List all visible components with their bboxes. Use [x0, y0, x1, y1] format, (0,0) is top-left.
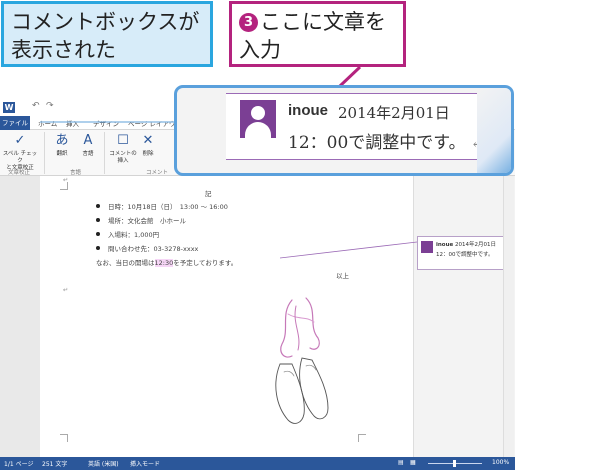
new-comment-icon: ☐ — [117, 133, 129, 148]
zoomed-comment-date: 2014年2月01日 — [338, 104, 450, 122]
new-comment-button[interactable]: ☐ コメントの 挿入 — [108, 133, 138, 165]
callout-enter-text: 3 ここに文章を 入力 — [229, 1, 406, 67]
comment-author: inoue — [436, 242, 454, 248]
delete-comment-icon: ✕ — [142, 133, 154, 148]
zoomed-comment-body[interactable]: 12：00で調整中です。 ↵ — [288, 128, 483, 153]
comment-connector-line — [279, 241, 418, 259]
avatar — [421, 241, 433, 253]
callout-comment-box-shown: コメントボックスが 表示された — [1, 1, 213, 67]
step-number-badge: 3 — [239, 13, 258, 32]
callout-blue-text: コメントボックスが 表示された — [11, 8, 199, 64]
language-icon: A — [83, 133, 93, 148]
group-divider — [104, 132, 105, 174]
callout-pink-line1: ここに文章を — [260, 10, 386, 34]
avatar — [240, 100, 276, 138]
callout-pink-line2: 入力 — [239, 38, 281, 62]
comment-balloon[interactable]: inoue 2014年2月01日 12：00で調整中です。 — [417, 236, 513, 270]
zoom-level[interactable]: 100% — [492, 459, 509, 466]
print-layout-icon[interactable]: ▦ — [410, 459, 416, 466]
zoomed-comment-callout: inoue 2014年2月01日 12：00で調整中です。 ↵ — [174, 85, 514, 176]
tab-file[interactable]: ファイル — [0, 116, 30, 130]
comment-date: 2014年2月01日 — [454, 242, 496, 248]
callout-blue-line1: コメントボックスが — [11, 10, 200, 34]
zoom-slider-knob[interactable] — [453, 460, 456, 467]
language-status[interactable]: 英語 (米国) — [88, 459, 119, 468]
group-language-label: 言語 — [70, 170, 82, 176]
translate-button[interactable]: あ 翻訳 — [50, 133, 74, 158]
new-comment-label-1: コメントの — [109, 151, 137, 157]
undo-icon[interactable]: ↶ — [32, 101, 40, 111]
tab-home[interactable]: ホーム — [38, 118, 57, 128]
spell-check-button[interactable]: ✓ スペル チェック と文章校正 — [2, 133, 38, 172]
input-mode-status[interactable]: 挿入モード — [130, 459, 160, 468]
translate-icon: あ — [55, 133, 69, 148]
zoomed-comment-text: 12：00で調整中です。 — [288, 133, 466, 153]
translate-label: 翻訳 — [56, 151, 68, 157]
page-count[interactable]: 1/1 ページ — [4, 459, 33, 468]
comment-meta: inoue 2014年2月01日 — [436, 240, 496, 248]
comment-text[interactable]: 12：00で調整中です。 — [436, 250, 493, 258]
new-comment-label-2: 挿入 — [117, 158, 129, 164]
tab-insert[interactable]: 挿入 — [66, 118, 79, 128]
word-count[interactable]: 251 文字 — [42, 459, 67, 468]
language-button[interactable]: A 言語 — [76, 133, 100, 158]
avatar-body — [245, 122, 271, 138]
group-comments-label: コメント — [146, 170, 169, 176]
document-area: ↵ 記 日時：10月18日（日） 13:00 〜 16:00 場所：文化会館 小… — [0, 176, 515, 457]
callout-pink-text: 3 ここに文章を 入力 — [239, 8, 386, 64]
avatar-head — [251, 106, 265, 120]
tab-design[interactable]: デザイン — [93, 118, 119, 128]
zoomed-comment-card: inoue 2014年2月01日 12：00で調整中です。 ↵ — [226, 93, 496, 160]
page-fold-graphic — [477, 88, 511, 173]
word-app-icon[interactable]: W — [3, 102, 15, 113]
delete-comment-button[interactable]: ✕ 削除 — [138, 133, 158, 158]
delete-comment-label: 削除 — [142, 151, 154, 157]
status-bar: 1/1 ページ 251 文字 英語 (米国) 挿入モード ▤ ▦ 100% — [0, 457, 515, 470]
zoomed-comment-author: inoue — [288, 102, 328, 119]
group-proofing-label: 文章校正 — [8, 170, 31, 176]
spell-check-icon: ✓ — [14, 133, 26, 148]
group-divider — [44, 132, 45, 174]
redo-icon[interactable]: ↷ — [46, 101, 54, 111]
read-mode-icon[interactable]: ▤ — [398, 459, 404, 466]
vertical-scrollbar[interactable] — [503, 176, 514, 457]
callout-blue-line2: 表示された — [11, 38, 116, 62]
language-label: 言語 — [82, 151, 94, 157]
spell-check-label-1: スペル チェック — [2, 151, 38, 164]
